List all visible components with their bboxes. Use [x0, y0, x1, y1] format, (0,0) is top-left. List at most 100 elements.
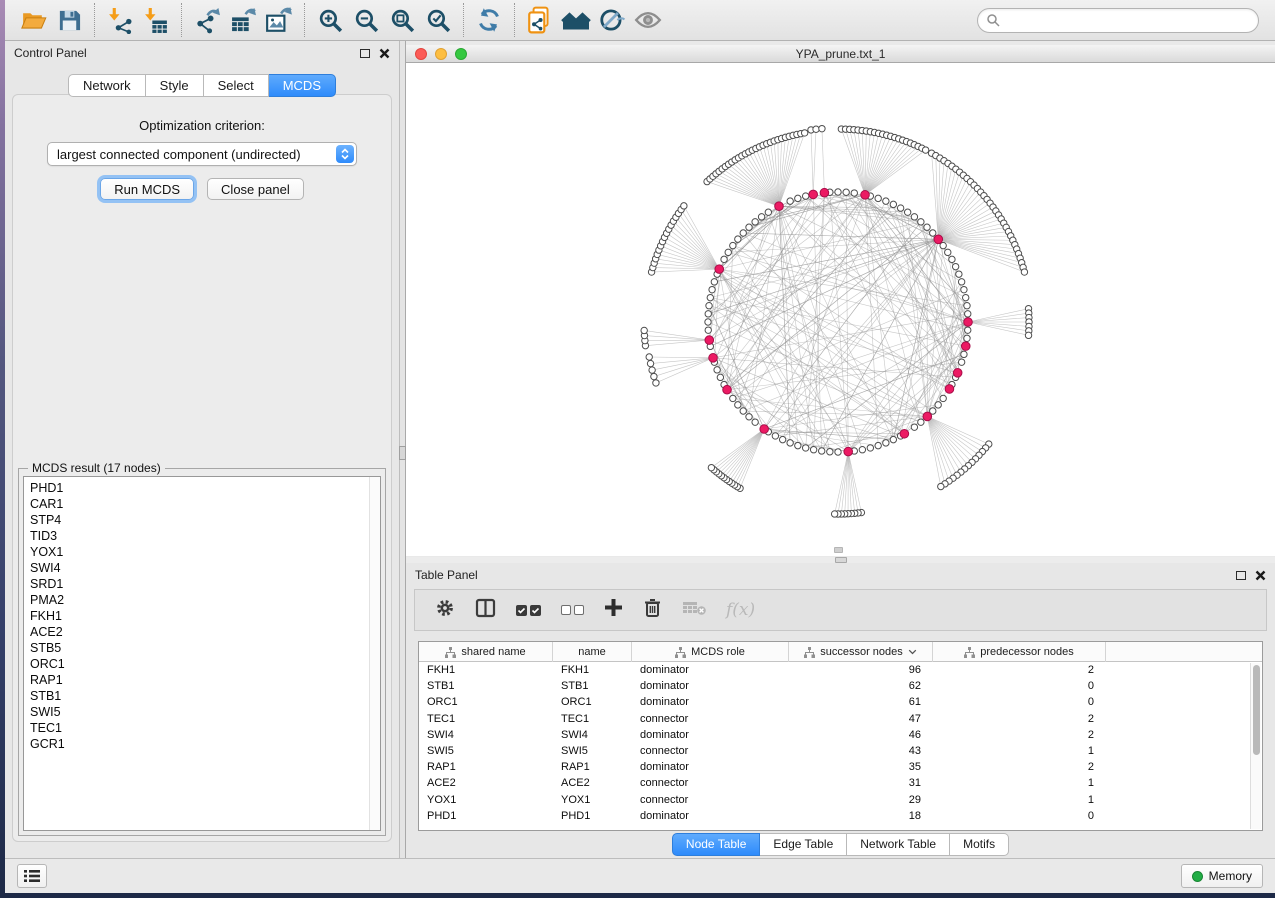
minimize-window-icon[interactable]: [435, 48, 447, 60]
task-history-button[interactable]: [17, 864, 47, 888]
toolbar-separator: [463, 3, 464, 37]
deselect-all-icon[interactable]: [561, 605, 584, 615]
close-window-icon[interactable]: [415, 48, 427, 60]
export-network-icon[interactable]: [192, 5, 222, 35]
column-header-predecessor-nodes[interactable]: predecessor nodes: [933, 642, 1106, 662]
table-row[interactable]: SWI4SWI4dominator462: [419, 727, 1262, 743]
function-builder-icon[interactable]: f(x): [726, 600, 755, 620]
column-header-shared-name[interactable]: shared name: [419, 642, 553, 662]
tab-motifs[interactable]: Motifs: [950, 833, 1009, 856]
table-scrollbar[interactable]: [1250, 663, 1261, 829]
save-icon[interactable]: [54, 5, 84, 35]
zoom-out-icon[interactable]: [351, 5, 381, 35]
table-row[interactable]: PHD1PHD1dominator180: [419, 808, 1262, 824]
cell-predecessor-nodes: 2: [933, 664, 1106, 676]
tab-node-table[interactable]: Node Table: [672, 833, 761, 856]
export-table-icon[interactable]: [228, 5, 258, 35]
mcds-result-item[interactable]: STB1: [24, 688, 380, 704]
apply-layout-icon[interactable]: [474, 5, 504, 35]
tab-network-table[interactable]: Network Table: [847, 833, 950, 856]
table-settings-icon[interactable]: [435, 598, 455, 623]
run-mcds-button[interactable]: Run MCDS: [100, 178, 194, 200]
mcds-result-item[interactable]: TID3: [24, 528, 380, 544]
mcds-result-item[interactable]: RAP1: [24, 672, 380, 688]
add-column-icon[interactable]: [604, 598, 623, 622]
float-panel-icon[interactable]: [360, 49, 370, 58]
table-row[interactable]: SWI5SWI5connector431: [419, 743, 1262, 759]
mcds-result-item[interactable]: PMA2: [24, 592, 380, 608]
search-box[interactable]: [977, 8, 1259, 33]
mcds-result-item[interactable]: PHD1: [24, 480, 380, 496]
cell-predecessor-nodes: 1: [933, 745, 1106, 757]
column-header-successor-nodes[interactable]: successor nodes: [789, 642, 933, 662]
table-row[interactable]: TEC1TEC1connector472: [419, 711, 1262, 727]
cell-predecessor-nodes: 2: [933, 729, 1106, 741]
export-image-icon[interactable]: [264, 5, 294, 35]
table-row[interactable]: RAP1RAP1dominator352: [419, 759, 1262, 775]
search-input[interactable]: [1000, 10, 1258, 30]
mcds-result-item[interactable]: ACE2: [24, 624, 380, 640]
splitter-grip[interactable]: [399, 446, 406, 460]
tab-edge-table[interactable]: Edge Table: [760, 833, 847, 856]
close-panel-button[interactable]: Close panel: [207, 178, 304, 200]
open-icon[interactable]: [18, 5, 48, 35]
main-area: YPA_prune.txt_1 Table Panel: [406, 41, 1275, 858]
node-table: shared namenameMCDS rolesuccessor nodesp…: [418, 641, 1263, 831]
close-panel-icon[interactable]: [379, 48, 390, 59]
table-row[interactable]: STB1STB1dominator620: [419, 678, 1262, 694]
mcds-list-scrollbar[interactable]: [369, 477, 380, 830]
delete-column-icon[interactable]: [643, 598, 662, 623]
column-header-MCDS-role[interactable]: MCDS role: [632, 642, 789, 662]
mcds-result-item[interactable]: CAR1: [24, 496, 380, 512]
memory-button[interactable]: Memory: [1181, 864, 1263, 888]
mcds-result-list[interactable]: PHD1CAR1STP4TID3YOX1SWI4SRD1PMA2FKH1ACE2…: [23, 476, 381, 831]
clone-network-icon[interactable]: [525, 5, 555, 35]
mcds-result-item[interactable]: STB5: [24, 640, 380, 656]
table-row[interactable]: YOX1YOX1connector291: [419, 792, 1262, 808]
import-table-icon[interactable]: [141, 5, 171, 35]
network-window-titlebar[interactable]: YPA_prune.txt_1: [406, 45, 1275, 63]
mcds-result-item[interactable]: SRD1: [24, 576, 380, 592]
mcds-result-item[interactable]: SWI5: [24, 704, 380, 720]
table-scrollbar-thumb[interactable]: [1253, 665, 1260, 755]
table-row[interactable]: ACE2ACE2connector311: [419, 775, 1262, 791]
show-graphics-details-icon[interactable]: [633, 5, 663, 35]
tab-style[interactable]: Style: [146, 74, 204, 97]
mcds-result-item[interactable]: STP4: [24, 512, 380, 528]
tab-mcds[interactable]: MCDS: [269, 74, 336, 97]
cell-shared-name: ACE2: [419, 777, 553, 789]
split-panel-icon[interactable]: [475, 598, 496, 623]
maximize-window-icon[interactable]: [455, 48, 467, 60]
mcds-result-item[interactable]: FKH1: [24, 608, 380, 624]
zoom-fit-icon[interactable]: [387, 5, 417, 35]
cell-MCDS-role: dominator: [632, 761, 789, 773]
tab-network[interactable]: Network: [68, 74, 146, 97]
control-panel-title: Control Panel: [14, 46, 87, 60]
delete-table-icon[interactable]: [682, 600, 706, 621]
select-all-icon[interactable]: [516, 605, 541, 616]
mcds-result-item[interactable]: TEC1: [24, 720, 380, 736]
mcds-result-item[interactable]: SWI4: [24, 560, 380, 576]
column-header-name[interactable]: name: [553, 642, 632, 662]
table-row[interactable]: FKH1FKH1dominator962: [419, 662, 1262, 678]
mcds-result-item[interactable]: YOX1: [24, 544, 380, 560]
mcds-result-item[interactable]: ORC1: [24, 656, 380, 672]
mcds-tab-content: Optimization criterion: largest connecte…: [12, 94, 392, 842]
desktop-wallpaper: Control Panel Network Style Select MCDS …: [0, 0, 1275, 898]
table-row[interactable]: ORC1ORC1dominator610: [419, 694, 1262, 710]
zoom-in-icon[interactable]: [315, 5, 345, 35]
criterion-select[interactable]: largest connected component (undirected): [47, 142, 357, 166]
first-neighbors-icon[interactable]: [561, 5, 591, 35]
float-panel-icon[interactable]: [1236, 571, 1246, 580]
zoom-selected-icon[interactable]: [423, 5, 453, 35]
import-network-icon[interactable]: [105, 5, 135, 35]
mcds-result-item[interactable]: GCR1: [24, 736, 380, 752]
vertical-splitter[interactable]: [399, 41, 406, 858]
cell-shared-name: RAP1: [419, 761, 553, 773]
close-panel-icon[interactable]: [1255, 570, 1266, 581]
hide-graphics-details-icon[interactable]: [597, 5, 627, 35]
network-canvas[interactable]: [406, 63, 1275, 556]
cell-shared-name: SWI4: [419, 729, 553, 741]
tab-select[interactable]: Select: [204, 74, 269, 97]
network-hscroll-thumb[interactable]: [834, 547, 843, 553]
